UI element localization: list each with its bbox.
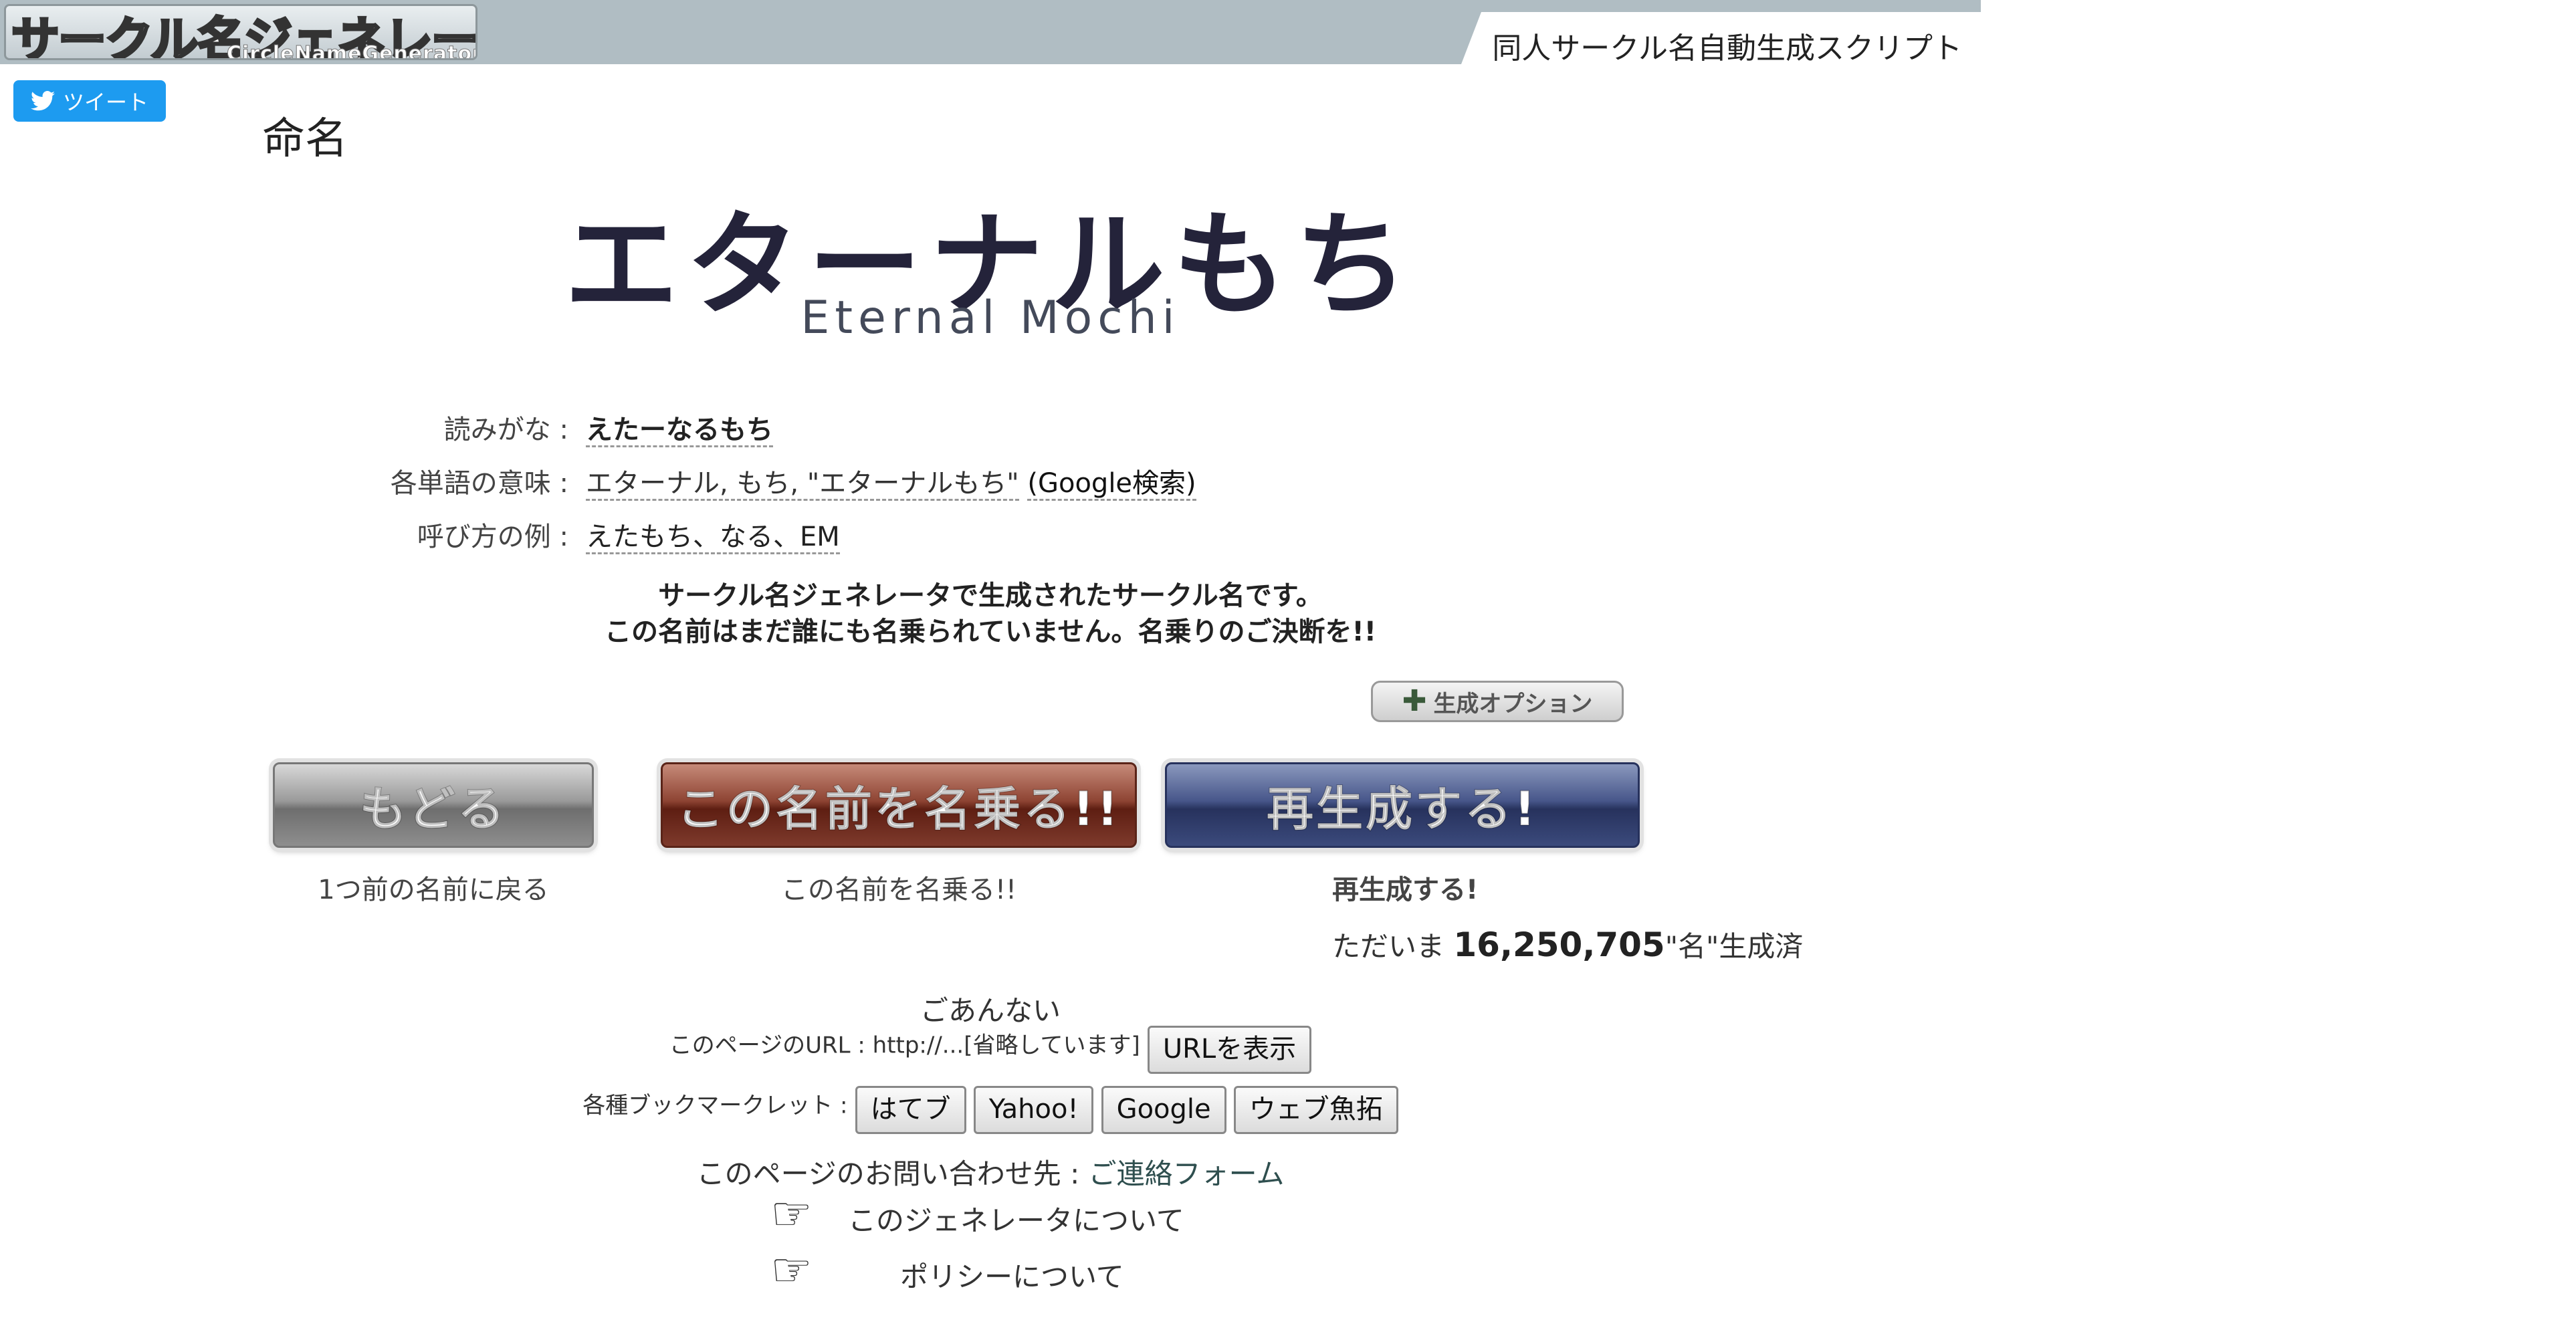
back-button[interactable]: もどる (273, 762, 594, 848)
contact-form-link[interactable]: ご連絡フォーム (1089, 1157, 1285, 1190)
notice-line-2: この名前はまだ誰にも名乗られていません。名乗りのご決断を!! (604, 617, 1377, 647)
reading-value-text: えたーなるもち (586, 415, 773, 447)
logo-subtext: CircleNameGenerator (227, 42, 477, 60)
reading-label: 読みがな : (443, 415, 568, 445)
regen-caption: 再生成する! (1332, 875, 1479, 905)
reading-value: えたーなるもち (586, 408, 773, 447)
site-tagline: 同人サークル名自動生成スクリプト (1492, 31, 1962, 66)
nickname-value-text: えたもち、なる、EM (586, 522, 840, 554)
counter-prefix: ただいま (1332, 930, 1445, 963)
counter-suffix: "名"生成済 (1665, 930, 1804, 963)
tweet-label: ツイート (62, 90, 148, 115)
hatebu-button[interactable]: はてブ (855, 1086, 966, 1134)
bookmarklet-row: 各種ブックマークレット : はてブ Yahoo! Google ウェブ魚拓 (0, 1086, 1981, 1134)
policy-link[interactable]: ポリシーについて (900, 1254, 1124, 1295)
pointing-hand-icon: ☞ (770, 1186, 813, 1241)
notice-line-1: サークル名ジェネレータで生成されたサークル名です。 (658, 580, 1323, 611)
pointing-hand-icon: ☞ (770, 1242, 813, 1297)
plus-icon: ✚ (1402, 684, 1427, 718)
bookmarklet-label: 各種ブックマークレット : (582, 1092, 848, 1119)
contact-label: このページのお問い合わせ先 : (696, 1157, 1080, 1190)
claim-name-button[interactable]: この名前を名乗る!! (661, 762, 1137, 848)
meaning-words-link[interactable]: エターナル, もち, "エターナルもち" (586, 468, 1019, 501)
contact-row: このページのお問い合わせ先 : ご連絡フォーム (0, 1151, 1981, 1192)
counter-value: 16,250,705 (1453, 925, 1665, 964)
generated-counter: ただいま 16,250,705"名"生成済 (1332, 924, 1803, 965)
nickname-value: えたもち、なる、EM (586, 515, 840, 554)
policy-row: ☞ (770, 1246, 813, 1293)
generation-options-label: 生成オプション (1433, 690, 1593, 717)
claim-caption: この名前を名乗る!! (780, 875, 1017, 905)
meaning-value: エターナル, もち, "エターナルもち" (Google検索) (586, 461, 1196, 501)
generated-name-english: Eternal Mochi (800, 292, 1180, 344)
show-url-button[interactable]: URLを表示 (1147, 1026, 1312, 1074)
meaning-label: 各単語の意味 : (390, 468, 568, 499)
twitter-bird-icon (30, 91, 55, 111)
yahoo-button[interactable]: Yahoo! (973, 1086, 1094, 1134)
site-logo[interactable]: サークル名ジェネレータ CircleNameGenerator (4, 4, 477, 60)
regenerate-button[interactable]: 再生成する! (1165, 762, 1640, 848)
about-generator-link[interactable]: このジェネレータについて (848, 1198, 1184, 1239)
google-button[interactable]: Google (1101, 1086, 1226, 1134)
google-search-link[interactable]: (Google検索) (1027, 468, 1196, 501)
guide-heading: ごあんない (920, 994, 1061, 1027)
tweet-button[interactable]: ツイート (13, 80, 166, 122)
url-row: このページのURL : http://...[省略しています] URLを表示 (0, 1026, 1981, 1074)
page-title: 命名 (262, 114, 348, 164)
back-caption: 1つ前の名前に戻る (318, 875, 549, 905)
web-gyotaku-button[interactable]: ウェブ魚拓 (1233, 1086, 1398, 1134)
about-row: ☞ (770, 1190, 813, 1237)
url-label: このページのURL : http://...[省略しています] (669, 1032, 1140, 1059)
nickname-label: 呼び方の例 : (417, 522, 568, 552)
generation-options-button[interactable]: ✚ 生成オプション (1371, 681, 1624, 722)
